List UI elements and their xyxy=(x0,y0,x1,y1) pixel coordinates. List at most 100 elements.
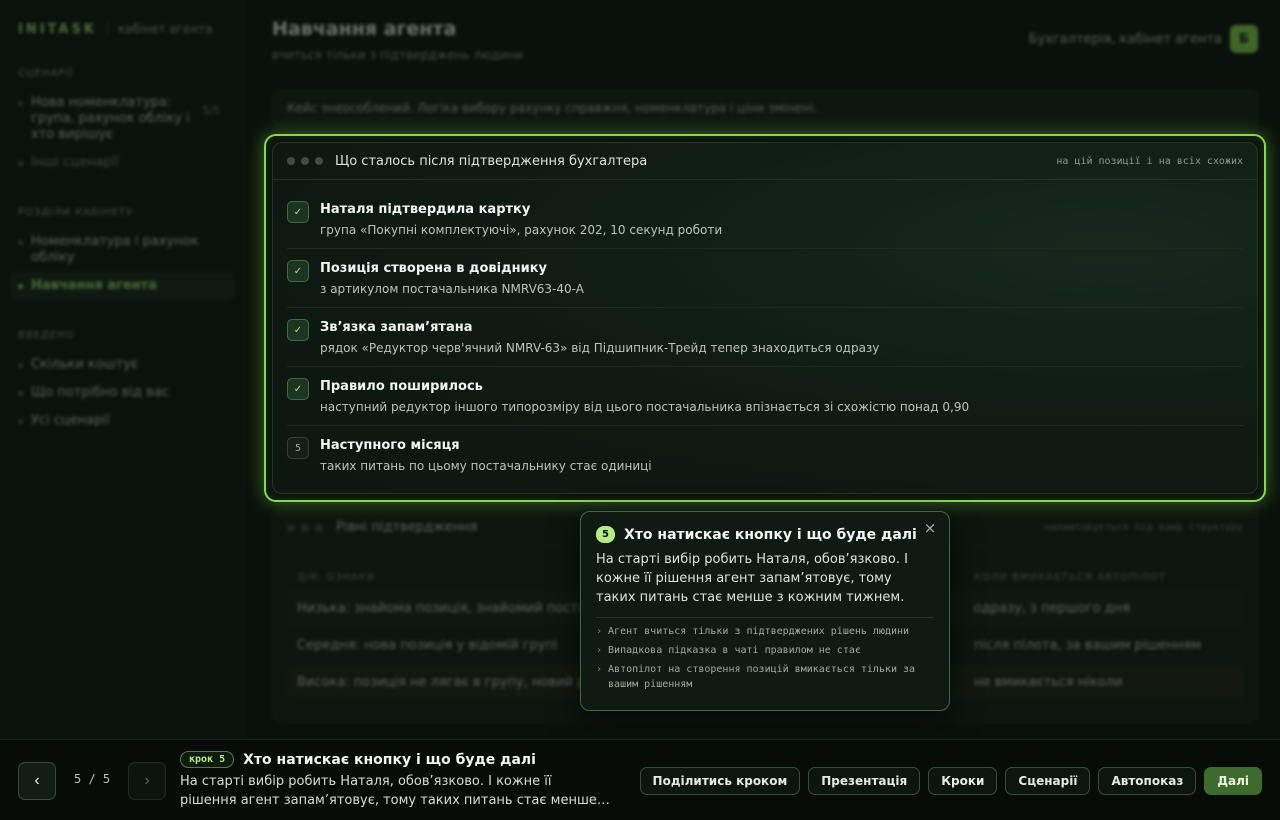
divider xyxy=(596,617,934,618)
chevron-right-icon: › xyxy=(596,645,603,656)
brand: INITASK кабінет агента xyxy=(10,20,234,38)
tooltip-bullets: › Агент вчиться тільки з підтверджених рі… xyxy=(596,624,934,692)
autoplay-button[interactable]: Автопоказ xyxy=(1098,767,1197,795)
info-banner: Кейс знеособлений. Логіка вибору рахунку… xyxy=(272,90,1258,126)
sidebar-item-label: Номенклатура і рахунок обліку xyxy=(31,234,199,265)
sidebar-section-title: РОЗДІЛИ КАБІНЕТУ xyxy=(18,207,134,218)
bullet-dot-icon xyxy=(18,391,23,396)
sidebar-item-other-scenarios[interactable]: Інші сценарії xyxy=(10,149,234,177)
previous-step-button[interactable]: ‹ xyxy=(18,762,56,800)
tour-step-summary: крок 5 Хто натискає кнопку і що буде дал… xyxy=(180,751,610,810)
step-number-badge: 5 xyxy=(287,437,309,459)
card-note: налаштовується під вашу структуру xyxy=(1044,522,1243,533)
tooltip-body: На старті вибір робить Наталя, обов’язко… xyxy=(596,552,908,605)
share-step-button[interactable]: Поділитись кроком xyxy=(639,767,801,795)
sidebar-item-requirements[interactable]: Що потрібно від вас xyxy=(10,379,234,407)
list-item: › Випадкова підказка в чаті правилом не с… xyxy=(596,643,934,658)
bullet-dot-icon xyxy=(18,284,23,289)
brand-logo: INITASK xyxy=(18,21,97,37)
avatar: Б xyxy=(1230,25,1258,53)
sidebar-item-label: Що потрібно від вас xyxy=(31,385,169,400)
sidebar-item-label: Нова номенклатура: група, рахунок обліку… xyxy=(31,95,190,142)
bullet-dot-icon xyxy=(18,240,23,245)
step-title: Позиція створена в довіднику xyxy=(320,261,547,276)
tour-tooltip: 5 Хто натискає кнопку і що буде далі × Н… xyxy=(580,511,950,711)
bullet-dot-icon xyxy=(18,419,23,424)
account-switcher[interactable]: Бухгалтерія, кабінет агента Б xyxy=(1029,25,1258,53)
table-cell: після пілота, за вашим рішенням xyxy=(974,637,1202,653)
bullet-dot-icon xyxy=(18,101,23,106)
tour-bar: ‹ 5 / 5 › крок 5 Хто натискає кнопку і щ… xyxy=(0,739,1280,820)
step-pager: 5 / 5 xyxy=(74,772,111,786)
chevron-right-icon: › xyxy=(596,626,603,637)
chevron-right-icon: › xyxy=(596,664,603,675)
close-icon[interactable]: × xyxy=(921,519,939,537)
checkmark-icon: ✓ xyxy=(287,378,309,400)
table-cell: одразу, з першого дня xyxy=(974,600,1130,616)
tooltip-title: Хто натискає кнопку і що буде далі xyxy=(624,526,917,543)
bullet-text: Автопілот на створення позицій вмикаєтьс… xyxy=(608,664,916,690)
list-item: ✓ Правило поширилось наступний редуктор … xyxy=(287,367,1243,426)
tour-step-title: Хто натискає кнопку і що буде далі xyxy=(243,751,536,768)
page-title: Навчання агента xyxy=(272,18,457,40)
step-title: Правило поширилось xyxy=(320,379,483,394)
step-description: таких питань по цьому постачальнику стає… xyxy=(320,459,652,473)
window-header: Що сталось після підтвердження бухгалтер… xyxy=(273,143,1257,180)
presentation-button[interactable]: Презентація xyxy=(808,767,921,795)
step-title: Наталя підтвердила картку xyxy=(320,202,531,217)
tour-actions: Поділитись кроком Презентація Кроки Сцен… xyxy=(639,767,1262,795)
sidebar-item-pricing[interactable]: Скільки коштує xyxy=(10,351,234,379)
checkmark-icon: ✓ xyxy=(287,201,309,223)
bullet-text: Випадкова підказка в чаті правилом не ст… xyxy=(608,645,861,656)
brand-divider xyxy=(106,22,108,36)
bullet-dot-icon xyxy=(18,161,23,166)
list-item: ✓ Наталя підтвердила картку група «Покуп… xyxy=(287,190,1243,249)
step-description: рядок «Редуктор черв'ячний NMRV-63» від … xyxy=(320,341,880,355)
step-number-badge: 5 xyxy=(596,526,615,543)
bullet-dot-icon xyxy=(18,363,23,368)
sidebar-item-scenario-new-nomenclature[interactable]: Нова номенклатура: група, рахунок обліку… xyxy=(10,89,234,149)
checkmark-icon: ✓ xyxy=(287,319,309,341)
step-description: з артикулом постачальника NMRV63-40-A xyxy=(320,282,584,296)
account-label: Бухгалтерія, кабінет агента xyxy=(1028,31,1222,47)
list-item: › Агент вчиться тільки з підтверджених рі… xyxy=(596,624,934,639)
sidebar-item-label: Скільки коштує xyxy=(31,357,139,372)
tooltip-header: 5 Хто натискає кнопку і що буде далі xyxy=(596,526,934,543)
scenarios-button[interactable]: Сценарії xyxy=(1005,767,1091,795)
sidebar-item-label: Інші сценарії xyxy=(31,155,119,170)
sidebar-item-agent-training[interactable]: Навчання агента xyxy=(10,272,234,300)
window-dots-icon xyxy=(287,523,323,532)
step-title: Зв’язка запам’ятана xyxy=(320,320,473,335)
step-title: Наступного місяця xyxy=(320,438,460,453)
sidebar: INITASK кабінет агента СЦЕНАРІЇ Нова ном… xyxy=(0,0,245,740)
table-cell: не вмикається ніколи xyxy=(974,674,1123,690)
list-item: ✓ Зв’язка запам’ятана рядок «Редуктор че… xyxy=(287,308,1243,367)
steps-list: ✓ Наталя підтвердила картку група «Покуп… xyxy=(273,180,1257,484)
next-button[interactable]: Далі xyxy=(1204,767,1262,795)
list-item: › Автопілот на створення позицій вмикаєть… xyxy=(596,662,934,692)
sidebar-item-nomenclature[interactable]: Номенклатура і рахунок обліку xyxy=(10,228,234,272)
step-badge: крок 5 xyxy=(180,751,235,768)
page-header: Навчання агента вчиться тільки з підтвер… xyxy=(272,18,523,62)
window-title: Що сталось після підтвердження бухгалтер… xyxy=(335,153,648,169)
steps-button[interactable]: Кроки xyxy=(928,767,998,795)
bullet-text: Агент вчиться тільки з підтверджених ріш… xyxy=(608,626,910,637)
sidebar-item-label: Навчання агента xyxy=(31,278,158,293)
next-step-button[interactable]: › xyxy=(128,762,166,800)
list-item: ✓ Позиція створена в довіднику з артикул… xyxy=(287,249,1243,308)
sidebar-item-count: 5/5 xyxy=(202,104,220,117)
sidebar-item-label: Усі сценарії xyxy=(31,413,110,428)
brand-subtitle: кабінет агента xyxy=(117,22,213,36)
sidebar-section-title: ВВЕДЕНО xyxy=(18,330,75,341)
step-description: група «Покупні комплектуючі», рахунок 20… xyxy=(320,223,723,237)
step-description: наступний редуктор іншого типорозміру ві… xyxy=(320,400,970,414)
window-note: на цій позиції і на всіх схожих xyxy=(1056,155,1243,167)
sidebar-item-all-scenarios[interactable]: Усі сценарії xyxy=(10,407,234,435)
page-subtitle: вчиться тільки з підтверджень людини xyxy=(272,48,524,62)
list-item: 5 Наступного місяця таких питань по цьом… xyxy=(287,426,1243,484)
window-dots-icon xyxy=(287,157,323,165)
tour-step-header: крок 5 Хто натискає кнопку і що буде дал… xyxy=(180,751,610,768)
after-confirmation-window: Що сталось після підтвердження бухгалтер… xyxy=(272,142,1258,494)
checkmark-icon: ✓ xyxy=(287,260,309,282)
tour-step-description: На старті вибір робить Наталя, обов’язко… xyxy=(180,774,608,808)
